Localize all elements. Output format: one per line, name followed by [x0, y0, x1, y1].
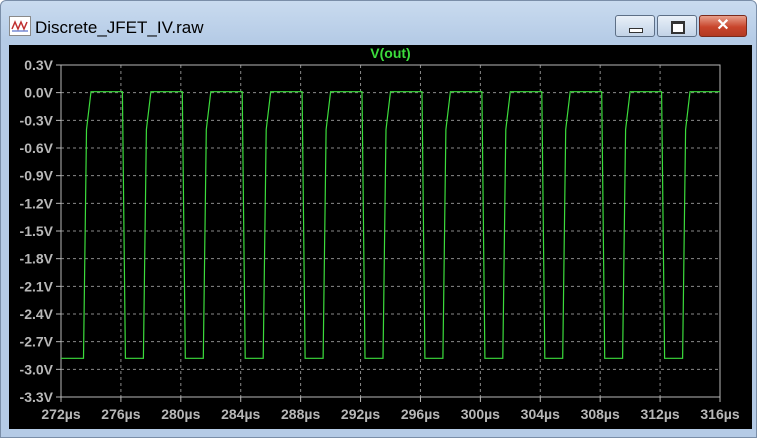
- y-tick-label: -0.6V: [20, 140, 54, 156]
- plot-window: Discrete_JFET_IV.raw ✕ 0.3V 0.0V -0.3V -0.6…: [0, 0, 757, 438]
- x-tick-label: 296µs: [401, 406, 440, 422]
- y-tick-label: -1.5V: [20, 223, 54, 239]
- x-tick-label: 280µs: [161, 406, 200, 422]
- y-tick-label: -3.3V: [20, 389, 54, 405]
- y-tick-label: 0.0V: [24, 85, 53, 101]
- title-bar[interactable]: Discrete_JFET_IV.raw ✕: [1, 1, 756, 45]
- minimize-button[interactable]: [615, 15, 655, 37]
- y-tick-label: -0.3V: [20, 112, 54, 128]
- minimize-icon: [629, 28, 643, 33]
- vout-trace: [61, 91, 720, 359]
- waveform-chart[interactable]: 0.3V 0.0V -0.3V -0.6V -0.9V -1.2V -1.5V -1.8V -2…: [9, 45, 752, 429]
- y-tick-label: -1.2V: [20, 195, 54, 211]
- x-tick-label: 272µs: [41, 406, 80, 422]
- plot-area[interactable]: 0.3V 0.0V -0.3V -0.6V -0.9V -1.2V -1.5V -1.8V -2…: [9, 45, 752, 429]
- x-tick-label: 276µs: [101, 406, 140, 422]
- x-tick-label: 312µs: [640, 406, 679, 422]
- chart-title: V(out): [370, 45, 410, 61]
- y-tick-label: -2.4V: [20, 306, 54, 322]
- x-tick-label: 292µs: [341, 406, 380, 422]
- y-tick-label: -0.9V: [20, 168, 54, 184]
- close-icon: ✕: [716, 17, 730, 34]
- close-button[interactable]: ✕: [699, 15, 747, 37]
- maximize-icon: [671, 21, 685, 34]
- y-tick-label: -2.1V: [20, 278, 54, 294]
- x-tick-label: 304µs: [521, 406, 560, 422]
- x-tick-label: 316µs: [700, 406, 739, 422]
- x-tick-label: 284µs: [221, 406, 260, 422]
- y-tick-label: -3.0V: [20, 361, 54, 377]
- y-tick-label: -2.7V: [20, 334, 54, 350]
- y-tick-label: -1.8V: [20, 251, 54, 267]
- x-tick-label: 288µs: [281, 406, 320, 422]
- window-title: Discrete_JFET_IV.raw: [35, 18, 204, 37]
- waveform-file-icon: [9, 16, 31, 36]
- maximize-button[interactable]: [657, 15, 697, 37]
- y-tick-label: 0.3V: [24, 57, 53, 73]
- x-tick-label: 308µs: [581, 406, 620, 422]
- x-tick-label: 300µs: [461, 406, 500, 422]
